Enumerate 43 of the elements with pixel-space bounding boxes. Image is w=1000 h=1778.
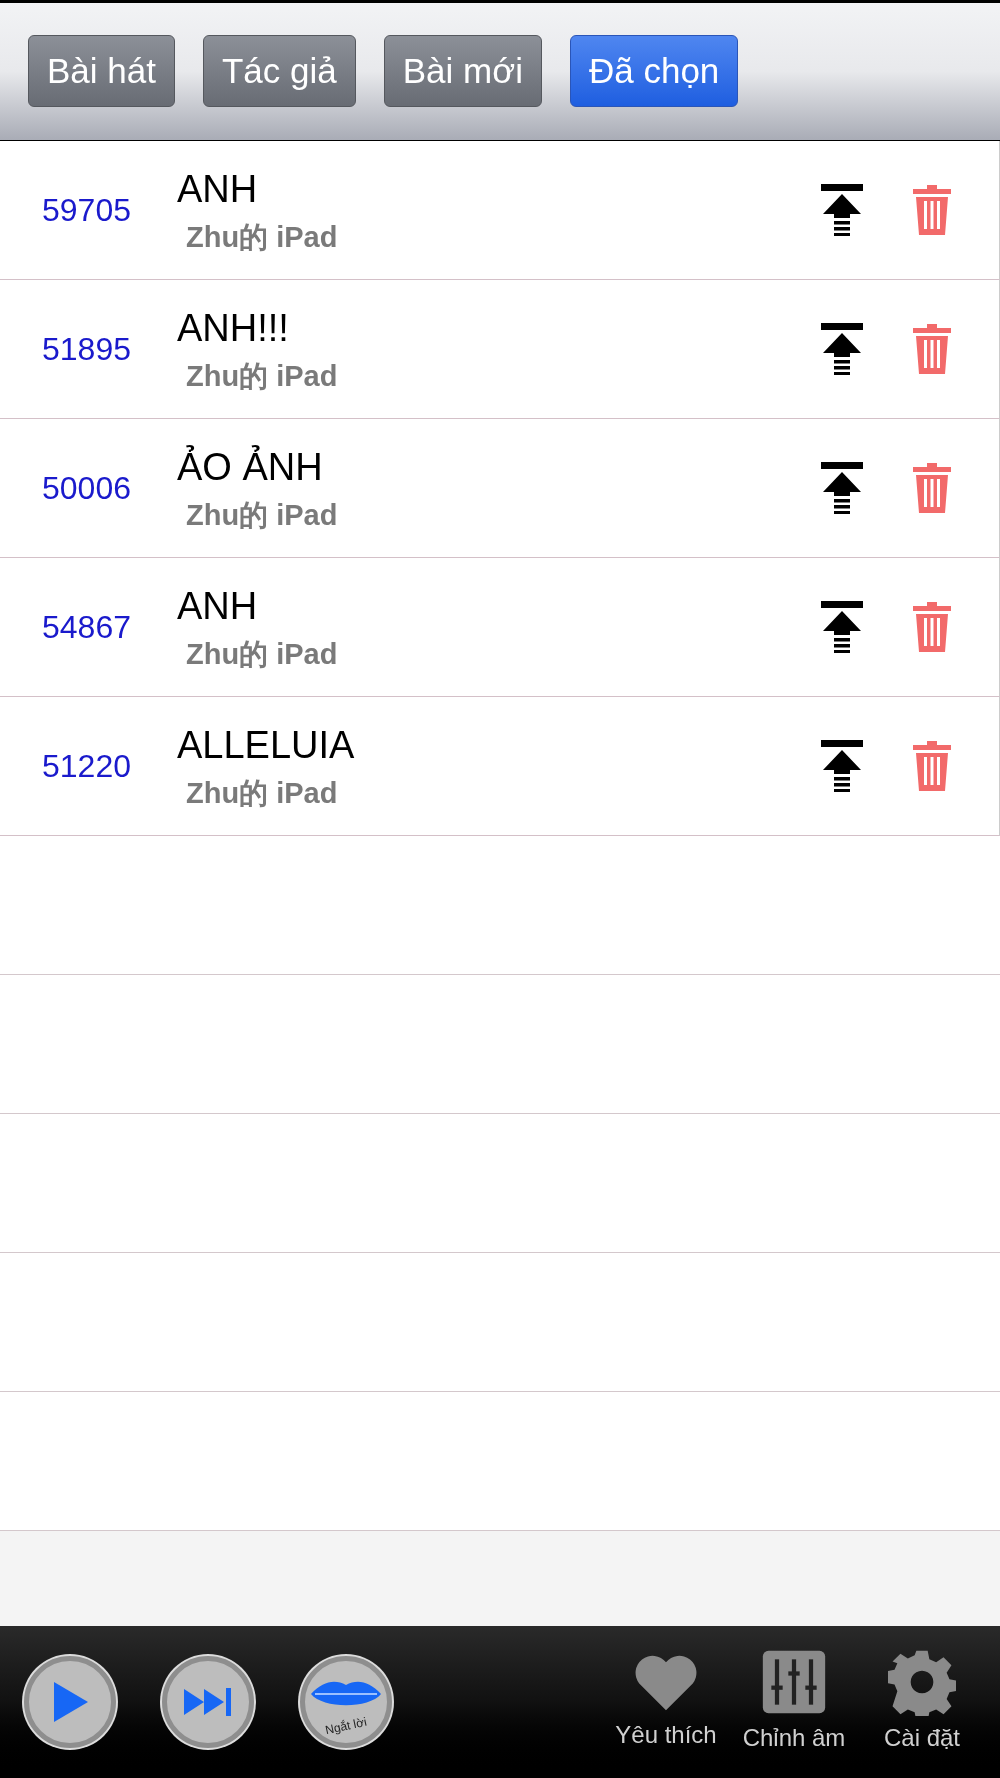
song-row[interactable]: 59705 ANH Zhu的 iPad: [0, 141, 1000, 280]
song-row[interactable]: 51895 ANH!!! Zhu的 iPad: [0, 280, 1000, 419]
song-number: 51220: [41, 747, 132, 786]
device-name: Zhu的 iPad: [185, 498, 339, 533]
play-button[interactable]: [24, 1656, 116, 1748]
song-number: 54867: [41, 608, 132, 647]
settings-icon: [888, 1648, 956, 1716]
song-title: ANH: [177, 584, 259, 629]
trash-icon[interactable]: [913, 463, 951, 513]
device-name: Zhu的 iPad: [185, 637, 339, 672]
device-name: Zhu的 iPad: [185, 359, 339, 394]
trash-icon[interactable]: [913, 185, 951, 235]
mixer-icon: [760, 1648, 828, 1716]
skip-forward-button[interactable]: [162, 1656, 254, 1748]
song-title: ANH: [177, 167, 259, 212]
mute-vocal-button[interactable]: Ngắt lời: [300, 1656, 392, 1748]
device-name: Zhu的 iPad: [185, 776, 339, 811]
move-to-top-icon[interactable]: [821, 184, 863, 236]
toolbar-button[interactable]: Chỉnh âm: [730, 1648, 858, 1756]
tab[interactable]: Đã chọn: [569, 35, 739, 107]
trash-icon[interactable]: [913, 324, 951, 374]
toolbar-button[interactable]: Yêu thích: [602, 1651, 730, 1753]
song-title: ALLELUIA: [177, 723, 356, 768]
song-row[interactable]: 54867 ANH Zhu的 iPad: [0, 558, 1000, 697]
move-to-top-icon[interactable]: [821, 462, 863, 514]
move-to-top-icon[interactable]: [821, 601, 863, 653]
song-number: 51895: [41, 330, 132, 369]
song-title: ẢO ẢNH: [177, 444, 324, 490]
move-to-top-icon[interactable]: [821, 323, 863, 375]
song-number: 59705: [41, 191, 132, 230]
device-name: Zhu的 iPad: [185, 220, 339, 255]
trash-icon[interactable]: [913, 741, 951, 791]
trash-icon[interactable]: [913, 602, 951, 652]
song-row[interactable]: 50006 ẢO ẢNH Zhu的 iPad: [0, 419, 1000, 558]
move-to-top-icon[interactable]: [821, 740, 863, 792]
toolbar-button[interactable]: Cài đặt: [858, 1648, 986, 1756]
skip-forward-icon: [184, 1687, 232, 1717]
tab[interactable]: Bài mới: [383, 35, 542, 107]
song-title: ANH!!!: [177, 306, 290, 351]
song-row[interactable]: 51220 ALLELUIA Zhu的 iPad: [0, 697, 1000, 836]
song-number: 50006: [41, 469, 132, 508]
tab[interactable]: Bài hát: [28, 35, 175, 107]
tab[interactable]: Tác giả: [202, 35, 356, 107]
